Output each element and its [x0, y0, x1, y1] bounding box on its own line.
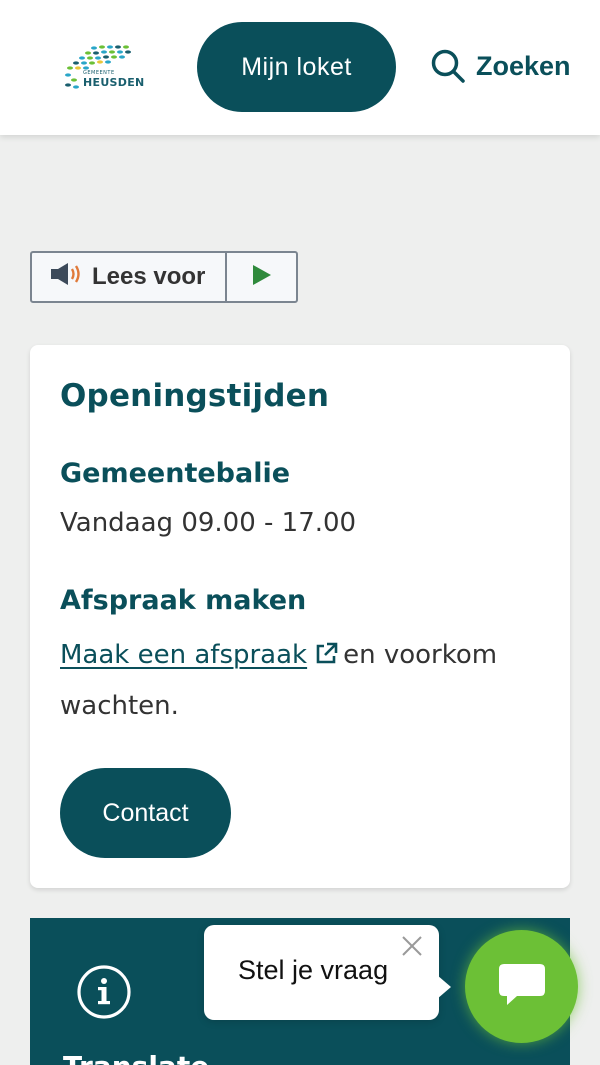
appointment-link-label: Maak een afspraak	[60, 640, 308, 670]
appointment-text-block: Maak een afspraak en voorkom wachten.	[60, 632, 540, 730]
play-icon	[251, 263, 273, 291]
read-aloud-widget: Lees voor	[30, 251, 298, 303]
site-header: GEMEENTE HEUSDEN Mijn loket Zoeken	[0, 0, 600, 135]
appointment-heading: Afspraak maken	[60, 585, 307, 616]
external-link-icon	[313, 636, 339, 683]
read-aloud-label: Lees voor	[92, 263, 206, 290]
search-icon	[430, 48, 466, 84]
opening-hours-card: Openingstijden Gemeentebalie Vandaag 09.…	[30, 345, 570, 888]
heusden-logo[interactable]: GEMEENTE HEUSDEN	[62, 42, 158, 94]
chat-icon	[497, 962, 547, 1012]
logo-name: HEUSDEN	[83, 76, 145, 89]
chat-prompt-text: Stel je vraag	[238, 955, 389, 985]
mijn-loket-button[interactable]: Mijn loket	[197, 22, 396, 112]
card-title: Openingstijden	[60, 378, 330, 414]
search-button[interactable]: Zoeken	[430, 45, 571, 87]
translate-title: Translate	[63, 1050, 209, 1065]
chat-button[interactable]	[465, 930, 578, 1043]
info-icon	[76, 964, 132, 1024]
desk-heading: Gemeentebalie	[60, 458, 291, 489]
search-label: Zoeken	[476, 50, 571, 81]
chat-prompt-bubble[interactable]: Stel je vraag	[204, 925, 451, 1020]
appointment-link[interactable]: Maak een afspraak	[60, 640, 307, 670]
close-icon[interactable]	[401, 935, 423, 961]
desk-hours: Vandaag 09.00 - 17.00	[60, 508, 357, 538]
play-button[interactable]	[227, 253, 296, 301]
speaker-icon	[50, 261, 84, 294]
read-aloud-button[interactable]: Lees voor	[32, 253, 227, 301]
contact-button[interactable]: Contact	[60, 768, 231, 858]
